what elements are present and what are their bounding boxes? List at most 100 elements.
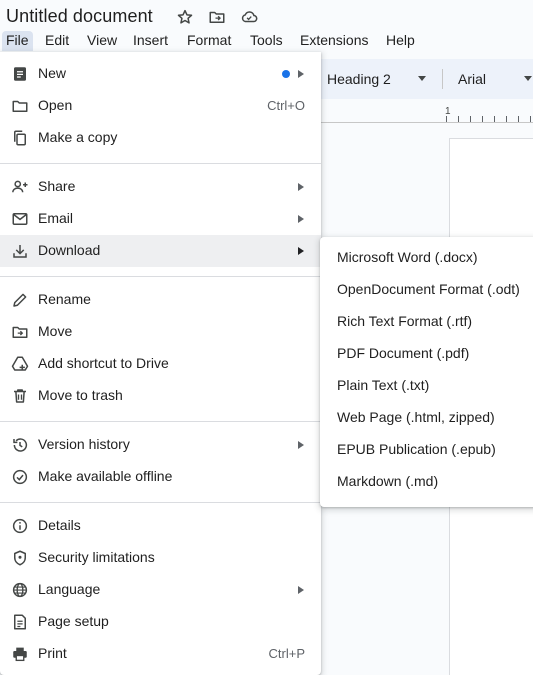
- drive-shortcut-icon: [11, 355, 29, 373]
- info-icon: [11, 517, 29, 535]
- menu-item-label: Add shortcut to Drive: [38, 355, 169, 371]
- menu-item-move-to-trash[interactable]: Move to trash: [0, 380, 321, 412]
- file-menu: New Open Ctrl+O Make a copy Share Email: [0, 52, 321, 675]
- menu-item-rename[interactable]: Rename: [0, 284, 321, 316]
- submenu-item-label: Rich Text Format (.rtf): [337, 313, 473, 329]
- download-html[interactable]: Web Page (.html, zipped): [320, 402, 533, 434]
- font-family-select[interactable]: Arial: [458, 71, 486, 87]
- pencil-icon: [11, 291, 29, 309]
- submenu-item-label: Microsoft Word (.docx): [337, 249, 478, 265]
- download-submenu: Microsoft Word (.docx) OpenDocument Form…: [320, 237, 533, 507]
- title-bar: Untitled document: [0, 0, 533, 32]
- submenu-arrow-icon: [298, 586, 304, 594]
- paragraph-style-select[interactable]: Heading 2: [327, 71, 391, 87]
- menu-item-share[interactable]: Share: [0, 171, 321, 203]
- printer-icon: [11, 645, 29, 663]
- menu-tools[interactable]: Tools: [246, 31, 287, 51]
- history-icon: [11, 436, 29, 454]
- submenu-item-label: Plain Text (.txt): [337, 377, 430, 393]
- menu-item-email[interactable]: Email: [0, 203, 321, 235]
- folder-open-icon: [11, 97, 29, 115]
- menu-item-open[interactable]: Open Ctrl+O: [0, 90, 321, 122]
- globe-icon: [11, 581, 29, 599]
- menu-item-make-available-offline[interactable]: Make available offline: [0, 461, 321, 493]
- menu-help[interactable]: Help: [382, 31, 419, 51]
- submenu-arrow-icon: [298, 70, 304, 78]
- toolbar-divider: [442, 69, 443, 89]
- menu-extensions[interactable]: Extensions: [296, 31, 372, 51]
- menu-item-label: Make a copy: [38, 129, 118, 145]
- menu-item-make-a-copy[interactable]: Make a copy: [0, 122, 321, 154]
- download-pdf[interactable]: PDF Document (.pdf): [320, 338, 533, 370]
- download-icon: [11, 242, 29, 260]
- menu-item-download[interactable]: Download: [0, 235, 321, 267]
- download-odt[interactable]: OpenDocument Format (.odt): [320, 274, 533, 306]
- menu-view[interactable]: View: [83, 31, 121, 51]
- ruler[interactable]: 1: [320, 104, 533, 123]
- menu-item-label: Make available offline: [38, 468, 173, 484]
- menu-item-add-shortcut-to-drive[interactable]: Add shortcut to Drive: [0, 348, 321, 380]
- download-epub[interactable]: EPUB Publication (.epub): [320, 434, 533, 466]
- menu-item-label: Security limitations: [38, 549, 155, 565]
- menu-item-label: Email: [38, 210, 74, 226]
- mail-icon: [11, 210, 29, 228]
- menu-insert[interactable]: Insert: [129, 31, 172, 51]
- menu-item-label: Rename: [38, 291, 91, 307]
- menu-item-label: Download: [38, 242, 101, 258]
- menu-item-version-history[interactable]: Version history: [0, 429, 321, 461]
- menu-item-label: Move: [38, 323, 73, 339]
- trash-icon: [11, 387, 29, 405]
- offline-check-icon: [11, 468, 29, 486]
- shortcut-label: Ctrl+O: [267, 98, 305, 113]
- chevron-down-icon[interactable]: [418, 76, 426, 81]
- submenu-item-label: OpenDocument Format (.odt): [337, 281, 520, 297]
- menubar: File Edit View Insert Format Tools Exten…: [0, 31, 533, 51]
- cloud-status-icon[interactable]: [240, 8, 258, 26]
- menu-divider: [0, 163, 321, 164]
- star-icon[interactable]: [176, 8, 194, 26]
- menu-item-security-limitations[interactable]: Security limitations: [0, 542, 321, 574]
- menu-item-page-setup[interactable]: Page setup: [0, 606, 321, 638]
- menu-file[interactable]: File: [2, 31, 33, 51]
- menu-item-details[interactable]: Details: [0, 510, 321, 542]
- new-indicator-dot: [282, 70, 290, 78]
- download-rtf[interactable]: Rich Text Format (.rtf): [320, 306, 533, 338]
- menu-divider: [0, 502, 321, 503]
- chevron-down-icon[interactable]: [524, 76, 532, 81]
- add-person-icon: [11, 178, 29, 196]
- submenu-item-label: Web Page (.html, zipped): [337, 409, 495, 425]
- shortcut-label: Ctrl+P: [268, 646, 305, 661]
- submenu-item-label: PDF Document (.pdf): [337, 345, 470, 361]
- page-setup-icon: [11, 613, 29, 631]
- menu-format[interactable]: Format: [183, 31, 235, 51]
- menu-divider: [0, 276, 321, 277]
- submenu-arrow-icon: [298, 183, 304, 191]
- menu-item-label: New: [38, 65, 67, 81]
- submenu-arrow-icon: [298, 441, 304, 449]
- menu-item-label: Version history: [38, 436, 130, 452]
- document-title[interactable]: Untitled document: [6, 6, 153, 27]
- submenu-item-label: EPUB Publication (.epub): [337, 441, 496, 457]
- move-to-folder-icon[interactable]: [208, 8, 226, 26]
- shield-icon: [11, 549, 29, 567]
- menu-item-print[interactable]: Print Ctrl+P: [0, 638, 321, 670]
- menu-item-label: Share: [38, 178, 76, 194]
- formatting-toolbar: Heading 2 Arial: [300, 59, 533, 99]
- download-txt[interactable]: Plain Text (.txt): [320, 370, 533, 402]
- submenu-item-label: Markdown (.md): [337, 473, 439, 489]
- menu-item-language[interactable]: Language: [0, 574, 321, 606]
- menu-divider: [0, 421, 321, 422]
- document-icon: [11, 65, 29, 83]
- menu-edit[interactable]: Edit: [41, 31, 73, 51]
- download-markdown[interactable]: Markdown (.md): [320, 466, 533, 498]
- move-folder-icon: [11, 323, 29, 341]
- menu-item-new[interactable]: New: [0, 58, 321, 90]
- menu-item-label: Move to trash: [38, 387, 123, 403]
- menu-item-label: Page setup: [38, 613, 109, 629]
- menu-item-label: Details: [38, 517, 81, 533]
- download-docx[interactable]: Microsoft Word (.docx): [320, 242, 533, 274]
- copy-icon: [11, 129, 29, 147]
- menu-item-label: Language: [38, 581, 101, 597]
- submenu-arrow-icon: [298, 215, 304, 223]
- menu-item-move[interactable]: Move: [0, 316, 321, 348]
